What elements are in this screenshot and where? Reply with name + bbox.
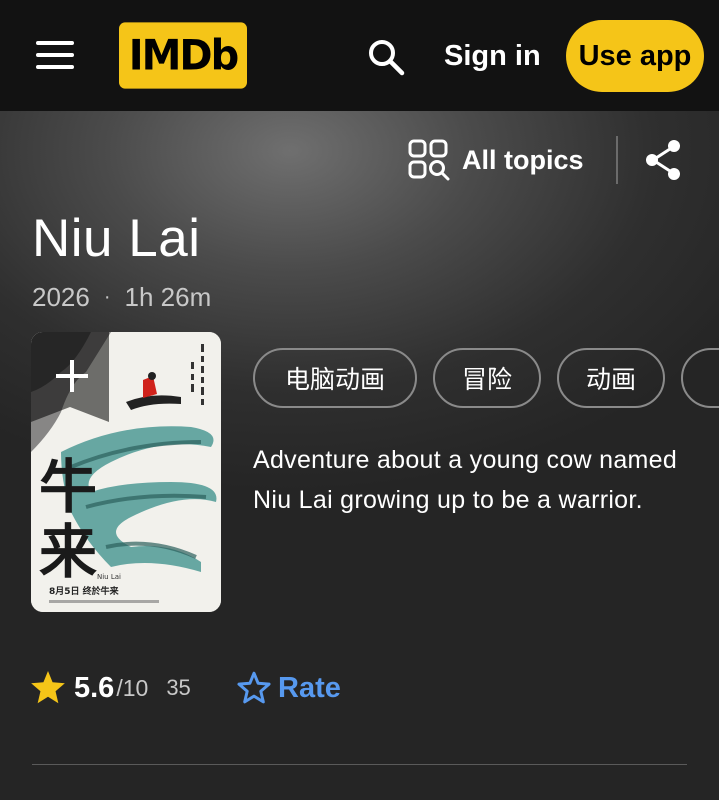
- search-icon[interactable]: [364, 35, 408, 79]
- genre-chip[interactable]: 冒险: [433, 348, 541, 408]
- rating-max: /10: [116, 674, 149, 701]
- poster-title-char-2: 来: [39, 518, 97, 586]
- toolbar-divider: [616, 136, 618, 184]
- imdb-logo[interactable]: IMDb: [119, 22, 247, 89]
- genre-chip-overflow[interactable]: [681, 348, 719, 408]
- share-icon[interactable]: [643, 139, 685, 181]
- add-to-watchlist-button[interactable]: [31, 332, 109, 422]
- poster-release: 8月5日 终於牛来: [49, 585, 120, 597]
- rate-label: Rate: [278, 671, 341, 704]
- poster-subtitle: Niu Lai: [97, 573, 121, 581]
- meta-separator: ·: [103, 286, 111, 308]
- rate-button[interactable]: Rate: [236, 668, 341, 708]
- genre-chip[interactable]: 动画: [557, 348, 665, 408]
- imdb-rating[interactable]: 5.6 /10 35: [30, 670, 191, 706]
- poster-title-char-1: 牛: [39, 453, 97, 521]
- release-year[interactable]: 2026: [32, 282, 90, 313]
- all-topics-icon: [408, 139, 450, 181]
- star-outline-icon: [237, 671, 271, 704]
- menu-icon[interactable]: [36, 41, 74, 69]
- genre-chip[interactable]: 电脑动画: [253, 348, 417, 408]
- plot-summary: Adventure about a young cow named Niu La…: [253, 446, 678, 514]
- section-divider: [32, 764, 687, 765]
- title-meta: 2026 · 1h 26m: [32, 282, 211, 313]
- genre-chips: 电脑动画 冒险 动画: [253, 348, 719, 408]
- rating-count: 35: [166, 675, 191, 700]
- top-bar: IMDb Sign in Use app: [0, 0, 719, 111]
- use-app-button[interactable]: Use app: [566, 20, 704, 92]
- runtime: 1h 26m: [124, 282, 212, 312]
- star-icon: [31, 671, 65, 704]
- all-topics-button[interactable]: All topics: [408, 137, 584, 183]
- sign-in-link[interactable]: Sign in: [444, 38, 541, 74]
- page-title: Niu Lai: [32, 209, 201, 268]
- all-topics-label: All topics: [462, 144, 584, 175]
- rating-value: 5.6: [74, 671, 115, 704]
